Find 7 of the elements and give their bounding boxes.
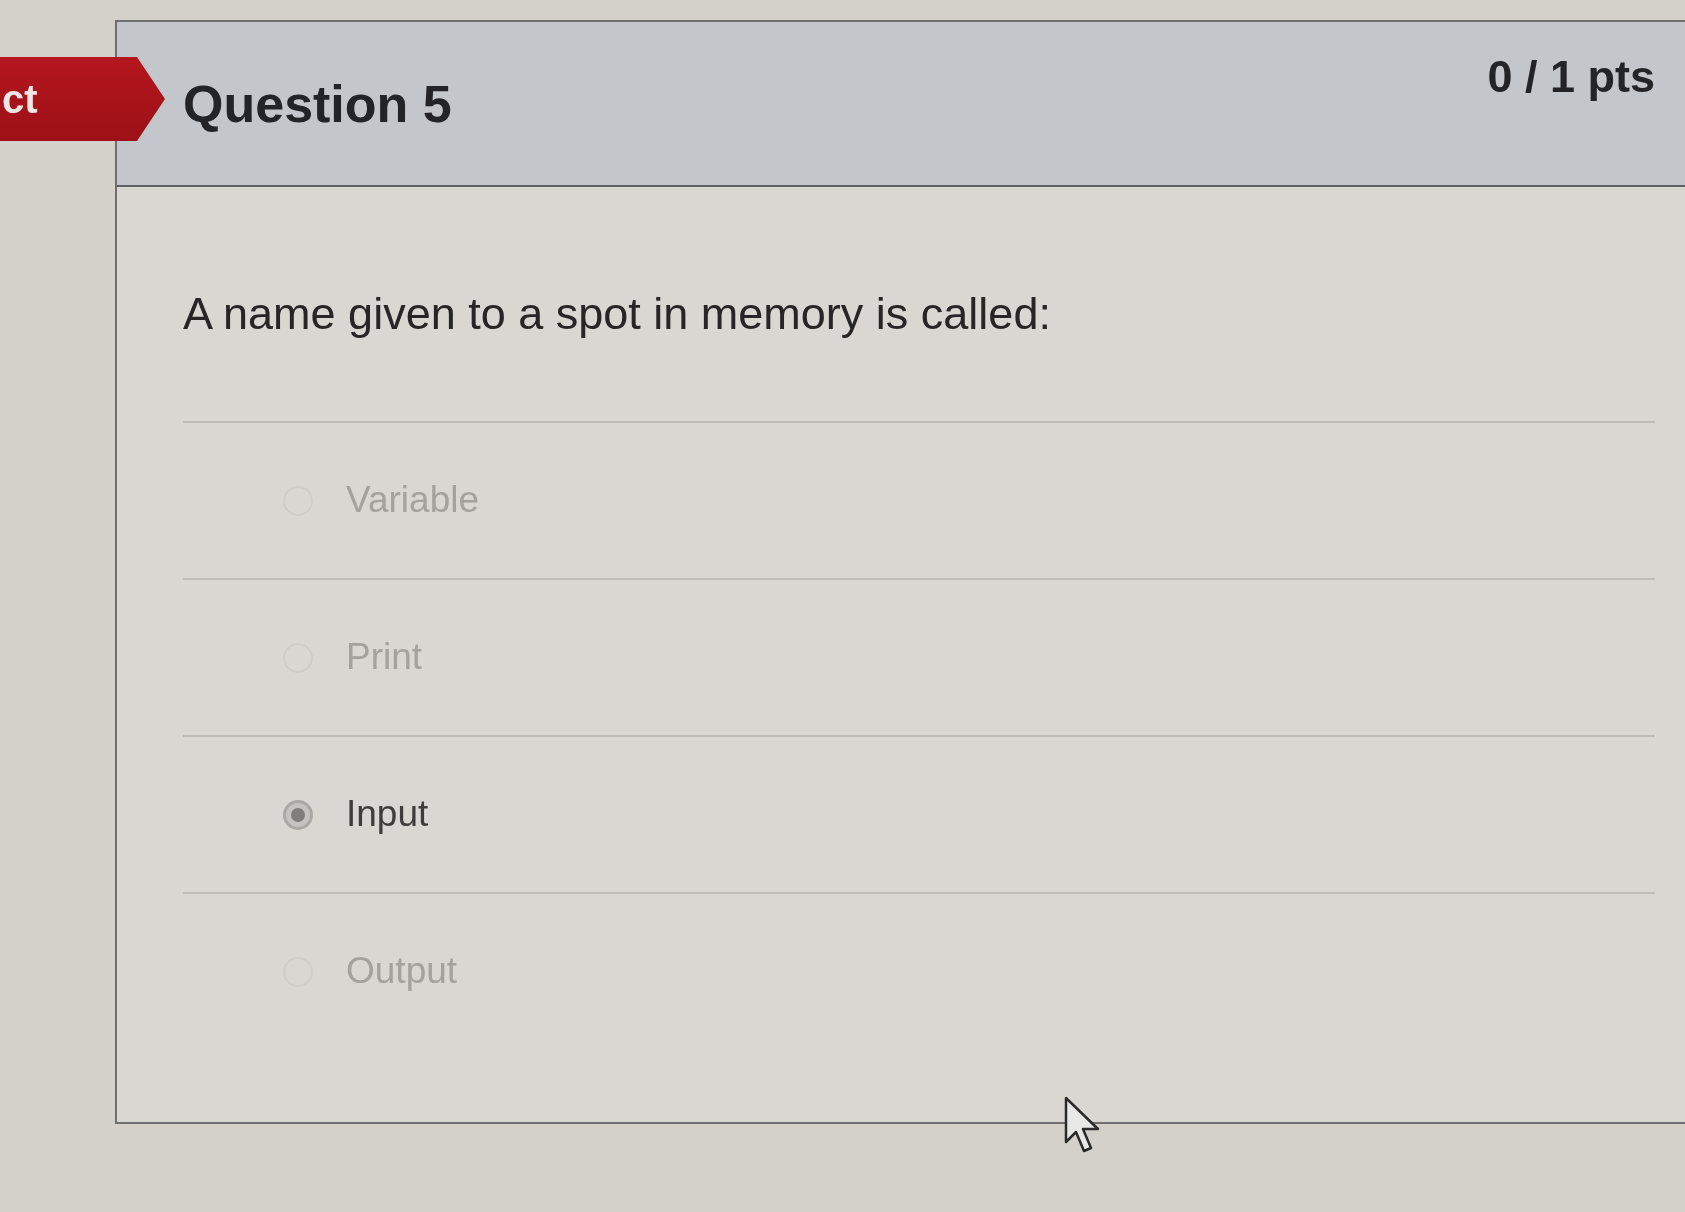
question-text: A name given to a spot in memory is called: <box>183 287 1052 341</box>
points-label: 0 / 1 pts <box>1487 52 1655 102</box>
answer-label[interactable]: Input <box>346 792 429 837</box>
mouse-pointer-icon <box>1064 1096 1102 1154</box>
radio-button[interactable] <box>283 799 313 830</box>
question-title: Question 5 <box>183 76 452 134</box>
status-tag: ct <box>0 57 165 141</box>
